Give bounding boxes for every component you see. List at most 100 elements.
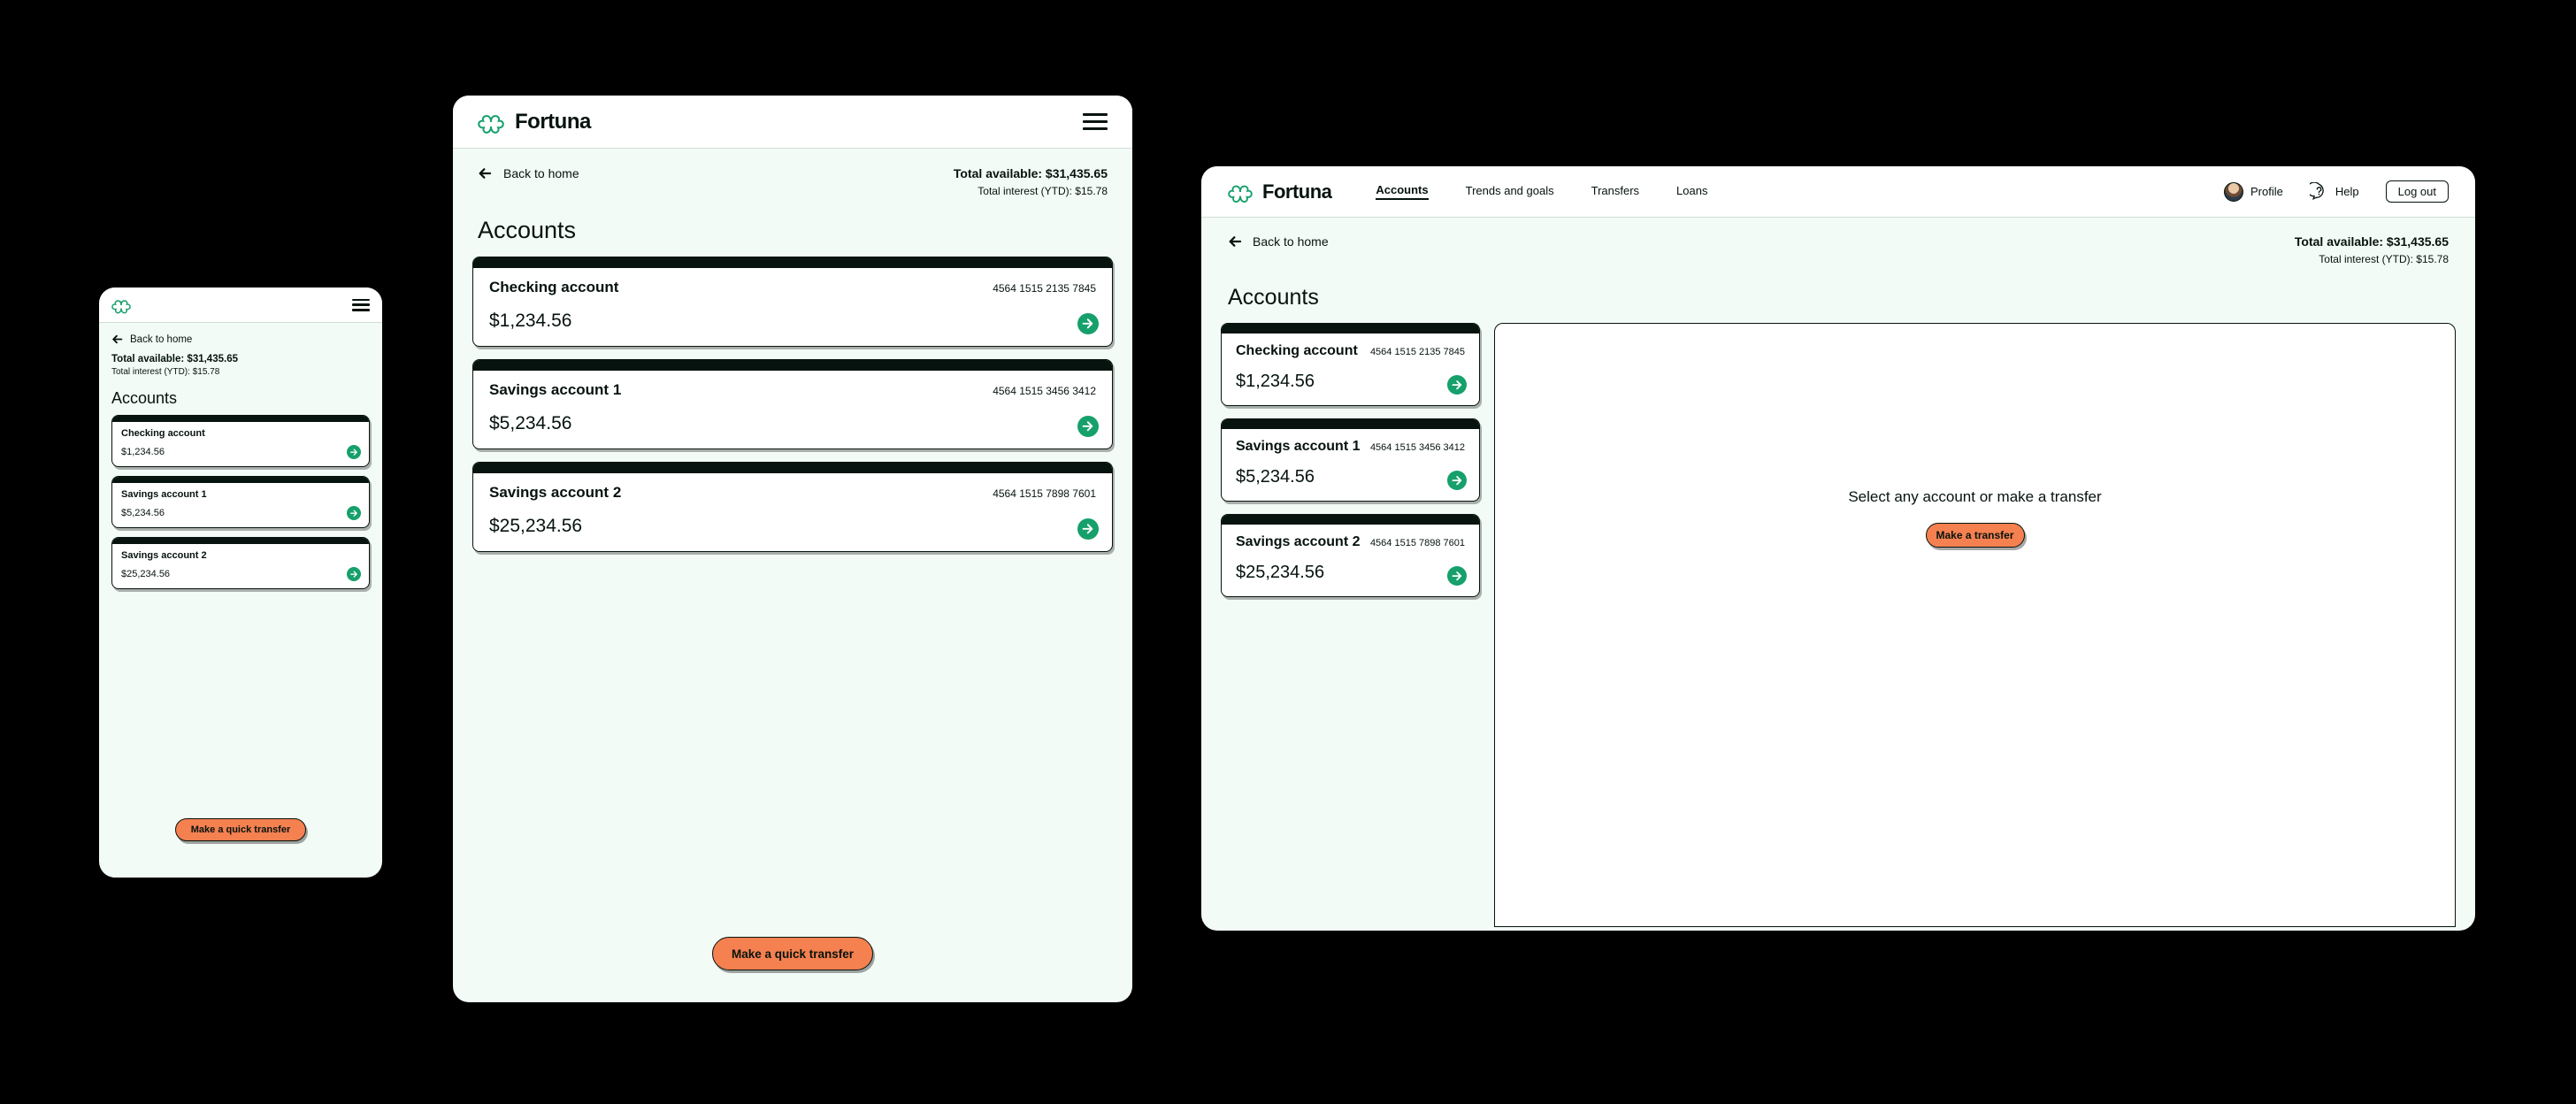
account-balance: $1,234.56	[489, 310, 572, 331]
primary-nav: Accounts Trends and goals Transfers Loan…	[1376, 183, 1707, 200]
make-quick-transfer-button[interactable]: Make a quick transfer	[175, 818, 306, 841]
account-controls: Profile Help Log out	[2224, 180, 2449, 203]
card-cap	[473, 257, 1112, 268]
nav-item-transfers[interactable]: Transfers	[1591, 184, 1639, 199]
account-card[interactable]: Checking account 4564 1515 2135 7845 $1,…	[1221, 323, 1480, 406]
arrow-left-icon	[479, 168, 492, 179]
help-link[interactable]: Help	[2309, 182, 2359, 201]
logout-button[interactable]: Log out	[2385, 180, 2449, 203]
card-cap	[112, 538, 369, 544]
account-card[interactable]: Savings account 2 4564 1515 7898 7601 $2…	[1221, 514, 1480, 597]
account-card[interactable]: Savings account 1 4564 1515 3456 3412 $5…	[472, 359, 1113, 449]
back-to-home-label: Back to home	[130, 334, 193, 345]
card-cap	[1222, 515, 1479, 525]
desktop-top-bar: Fortuna Accounts Trends and goals Transf…	[1201, 166, 2475, 218]
account-number: 4564 1515 2135 7845	[993, 282, 1096, 295]
card-cap	[112, 416, 369, 422]
help-label: Help	[2334, 185, 2359, 198]
account-name: Savings account 2	[121, 550, 207, 561]
totals-block: Total available: $31,435.65 Total intere…	[954, 166, 1108, 197]
mobile-subheader: Back to home Total available: $31,435.65…	[99, 323, 382, 378]
back-to-home-link[interactable]: Back to home	[1228, 234, 1329, 249]
profile-label: Profile	[2250, 185, 2283, 198]
account-open-button[interactable]	[1077, 416, 1099, 437]
account-name: Savings account 1	[1236, 439, 1361, 454]
account-number: 4564 1515 3456 3412	[1369, 442, 1465, 453]
nav-item-loans[interactable]: Loans	[1676, 184, 1707, 199]
brand-logo-mobile[interactable]	[111, 295, 131, 315]
card-body: Savings account 1 4564 1515 3456 3412 $5…	[1222, 429, 1479, 501]
account-card[interactable]: Savings account 1 4564 1515 3456 3412 $5…	[1221, 418, 1480, 502]
account-open-button[interactable]	[1077, 518, 1099, 540]
account-number: 4564 1515 2135 7845	[1369, 347, 1465, 357]
card-body: Savings account 1 4564 1515 3456 3412 $5…	[112, 483, 369, 527]
brand-name: Fortuna	[1262, 180, 1332, 203]
arrow-right-icon	[1082, 524, 1093, 534]
hamburger-icon[interactable]	[352, 298, 370, 311]
card-body: Savings account 2 4564 1515 7898 7601 $2…	[112, 544, 369, 588]
totals-block: Total available: $31,435.65 Total intere…	[2295, 234, 2449, 265]
card-body: Savings account 2 4564 1515 7898 7601 $2…	[1222, 525, 1479, 596]
desktop-content: Checking account 4564 1515 2135 7845 $1,…	[1201, 310, 2475, 927]
card-body: Savings account 2 4564 1515 7898 7601 $2…	[473, 473, 1112, 551]
tablet-top-bar: Fortuna	[453, 96, 1132, 149]
arrow-right-icon	[349, 510, 357, 517]
tablet-subheader: Back to home Total available: $31,435.65…	[453, 149, 1132, 197]
account-balance: $1,234.56	[121, 447, 165, 457]
account-open-button[interactable]	[347, 506, 361, 520]
account-name: Savings account 1	[121, 489, 207, 500]
account-card[interactable]: Checking account 4564 1515 2135 7845 $1,…	[111, 415, 370, 467]
total-available: Total available: $31,435.65	[953, 166, 1108, 180]
account-card[interactable]: Savings account 2 4564 1515 7898 7601 $2…	[111, 537, 370, 589]
desktop-viewport: Fortuna Accounts Trends and goals Transf…	[1201, 166, 2475, 931]
accounts-list: Checking account 4564 1515 2135 7845 $1,…	[99, 408, 382, 589]
account-open-button[interactable]	[347, 445, 361, 459]
nav-item-accounts[interactable]: Accounts	[1376, 183, 1429, 200]
account-card[interactable]: Savings account 1 4564 1515 3456 3412 $5…	[111, 476, 370, 528]
account-open-button[interactable]	[1077, 313, 1099, 334]
total-interest: Total interest (YTD): $15.78	[111, 367, 220, 377]
account-open-button[interactable]	[1447, 471, 1467, 490]
back-to-home-link[interactable]: Back to home	[111, 334, 370, 345]
profile-link[interactable]: Profile	[2224, 181, 2283, 202]
account-open-button[interactable]	[347, 567, 361, 581]
arrow-right-icon	[1452, 571, 1462, 581]
make-quick-transfer-button[interactable]: Make a quick transfer	[712, 937, 873, 970]
account-number: 4564 1515 3456 3412	[993, 385, 1096, 397]
arrow-left-icon	[112, 334, 123, 344]
accounts-column: Checking account 4564 1515 2135 7845 $1,…	[1221, 323, 1480, 927]
total-available: Total available: $31,435.65	[111, 354, 238, 364]
arrow-right-icon	[349, 571, 357, 578]
make-transfer-button[interactable]: Make a transfer	[1925, 523, 2025, 548]
arrow-right-icon	[1082, 421, 1093, 432]
back-to-home-link[interactable]: Back to home	[478, 166, 579, 180]
account-open-button[interactable]	[1447, 566, 1467, 586]
arrow-right-icon	[1452, 380, 1462, 390]
account-name: Savings account 2	[1236, 534, 1361, 549]
mobile-viewport: Back to home Total available: $31,435.65…	[99, 288, 382, 878]
card-cap	[473, 463, 1112, 473]
account-card[interactable]: Savings account 2 4564 1515 7898 7601 $2…	[472, 462, 1113, 552]
total-available: Total available: $31,435.65	[2294, 234, 2449, 249]
account-name: Checking account	[1236, 343, 1358, 358]
arrow-right-icon	[1082, 318, 1093, 329]
tablet-viewport: Fortuna Back to home Total available: $3…	[453, 96, 1132, 1002]
arrow-right-icon	[1452, 475, 1462, 486]
card-cap	[473, 360, 1112, 371]
page-title: Accounts	[478, 217, 577, 243]
account-balance: $25,234.56	[121, 569, 171, 579]
question-mark-icon	[2309, 182, 2324, 201]
arrow-right-icon	[349, 448, 357, 456]
page-title: Accounts	[1228, 285, 1319, 310]
account-card[interactable]: Checking account 4564 1515 2135 7845 $1,…	[472, 257, 1113, 347]
brand-logo-tablet[interactable]: Fortuna	[478, 109, 591, 135]
account-balance: $25,234.56	[1236, 563, 1325, 582]
card-body: Checking account 4564 1515 2135 7845 $1,…	[1222, 334, 1479, 405]
nav-item-trends-and-goals[interactable]: Trends and goals	[1466, 184, 1554, 199]
brand-logo-desktop[interactable]: Fortuna	[1228, 180, 1332, 204]
clover-icon	[1228, 185, 1253, 203]
hamburger-icon[interactable]	[1083, 113, 1108, 130]
account-open-button[interactable]	[1447, 375, 1467, 395]
account-balance: $5,234.56	[121, 508, 165, 518]
account-name: Checking account	[489, 279, 619, 295]
